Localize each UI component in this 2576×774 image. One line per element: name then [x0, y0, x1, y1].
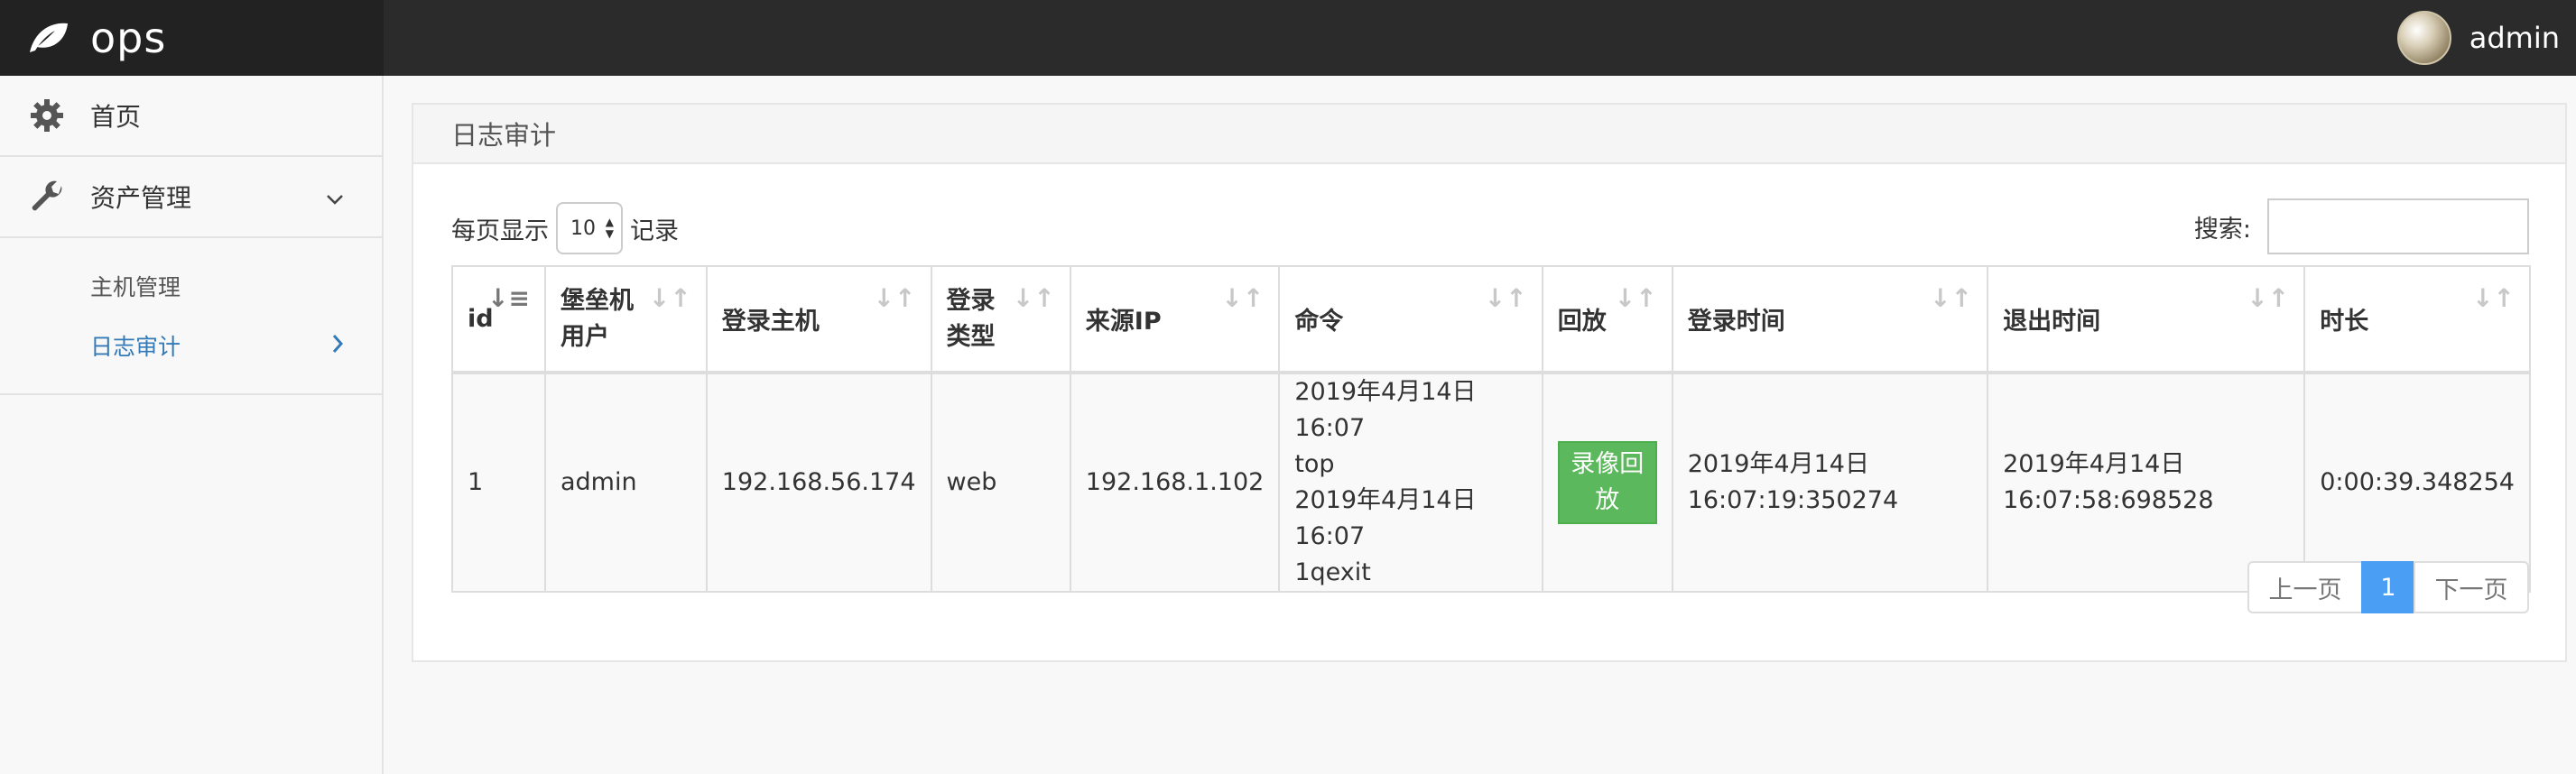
page-length-select[interactable]: 10 ▲ ▼ [556, 202, 623, 254]
log-table: id ↓≡ 堡垒机用户 ↓↑ 登录主机 ↓↑ 登录类型 ↓↑ 来源IP ↓↑ 命令 ↓↑ 回… [451, 265, 2531, 593]
cell-duration: 0:00:39.348254 [2303, 372, 2531, 593]
length-suffix: 记录 [630, 217, 679, 245]
sort-icon: ↓↑ [1221, 283, 1265, 313]
cell-login-time: 2019年4月14日 16:07:19:350274 [1671, 372, 1989, 593]
cell-replay: 录像回放 [1541, 372, 1673, 593]
cell-host: 192.168.56.174 [705, 372, 932, 593]
sidebar-item-assets[interactable]: 资产管理 [0, 157, 382, 238]
username: admin [2469, 21, 2560, 55]
sort-icon: ↓↑ [1012, 283, 1055, 313]
column-header-ip[interactable]: 来源IP ↓↑ [1069, 265, 1281, 373]
cell-id: 1 [451, 372, 546, 593]
column-header-command[interactable]: 命令 ↓↑ [1278, 265, 1543, 373]
sort-icon: ↓↑ [2247, 283, 2290, 313]
cell-logout-time: 2019年4月14日 16:07:58:698528 [1987, 372, 2306, 593]
sort-icon: ↓↑ [2472, 283, 2515, 313]
column-header-host[interactable]: 登录主机 ↓↑ [705, 265, 932, 373]
pagination: 上一页 1 下一页 [2247, 561, 2529, 613]
column-header-logout-time[interactable]: 退出时间 ↓↑ [1987, 265, 2306, 373]
wrench-icon [29, 179, 65, 215]
cell-command: 2019年4月14日 16:07 top 2019年4月14日 16:07 1q… [1278, 372, 1543, 593]
prev-page-button[interactable]: 上一页 [2247, 561, 2363, 613]
length-prefix: 每页显示 [451, 217, 549, 245]
panel-title: 日志审计 [413, 105, 2565, 164]
command-line: 1qexit [1294, 558, 1371, 586]
app-title: ops [90, 14, 167, 62]
table-row: 1 admin 192.168.56.174 web 192.168.1.102… [451, 372, 2531, 593]
command-line: 2019年4月14日 16:07 [1294, 378, 1477, 442]
sidebar-item-hosts[interactable]: 主机管理 [0, 256, 382, 316]
sidebar-item-label: 资产管理 [90, 183, 192, 213]
column-header-duration[interactable]: 时长 ↓↑ [2303, 265, 2531, 373]
sidebar-submenu: 主机管理 日志审计 [0, 238, 382, 395]
user-menu[interactable]: admin [2396, 0, 2560, 76]
column-header-user[interactable]: 堡垒机用户 ↓↑ [544, 265, 708, 373]
sort-asc-icon: ↓≡ [487, 283, 530, 313]
log-audit-panel: 日志审计 每页显示 10 ▲ ▼ 记录 搜索: id ↓≡ 堡垒机用户 ↓↑ 登录主机… [412, 103, 2567, 662]
page-length-value: 10 [570, 217, 596, 240]
search-control: 搜索: [2194, 198, 2529, 254]
select-arrows-icon: ▲ ▼ [605, 216, 614, 240]
replay-button[interactable]: 录像回放 [1557, 441, 1657, 524]
sort-icon: ↓↑ [873, 283, 916, 313]
page-1-button[interactable]: 1 [2361, 561, 2415, 613]
sort-icon: ↓↑ [1930, 283, 1973, 313]
sidebar-item-label: 首页 [90, 102, 142, 132]
cell-ip: 192.168.1.102 [1069, 372, 1281, 593]
cell-user: admin [544, 372, 708, 593]
sidebar: 首页 资产管理 主机管理 日志审计 [0, 76, 384, 774]
command-line: 2019年4月14日 16:07 [1294, 486, 1477, 550]
cell-type: web [930, 372, 1071, 593]
sort-icon: ↓↑ [648, 283, 691, 313]
logout-clock: 16:07:58:698528 [2003, 486, 2214, 514]
top-navbar: ops admin [0, 0, 2576, 76]
login-date: 2019年4月14日 [1687, 450, 1869, 478]
column-header-replay[interactable]: 回放 ↓↑ [1541, 265, 1673, 373]
sidebar-item-label: 日志审计 [90, 334, 181, 360]
chevron-right-icon [331, 333, 344, 359]
login-clock: 16:07:19:350274 [1687, 486, 1899, 514]
search-label: 搜索: [2193, 215, 2251, 244]
brand[interactable]: ops [0, 0, 384, 76]
column-header-login-time[interactable]: 登录时间 ↓↑ [1671, 265, 1989, 373]
sidebar-item-home[interactable]: 首页 [0, 76, 382, 157]
page-length-control: 每页显示 10 ▲ ▼ 记录 [451, 202, 679, 254]
column-header-type[interactable]: 登录类型 ↓↑ [930, 265, 1071, 373]
chevron-down-icon [326, 182, 344, 212]
sidebar-item-log-audit[interactable]: 日志审计 [0, 316, 382, 375]
leaf-logo-icon [25, 15, 70, 60]
logout-date: 2019年4月14日 [2003, 450, 2185, 478]
command-line: top [1294, 450, 1335, 478]
gear-icon [29, 97, 65, 134]
search-input[interactable] [2267, 198, 2529, 254]
column-header-id[interactable]: id ↓≡ [451, 265, 546, 373]
sort-icon: ↓↑ [1484, 283, 1527, 313]
sort-icon: ↓↑ [1614, 283, 1657, 313]
avatar [2396, 11, 2451, 65]
next-page-button[interactable]: 下一页 [2414, 561, 2529, 613]
